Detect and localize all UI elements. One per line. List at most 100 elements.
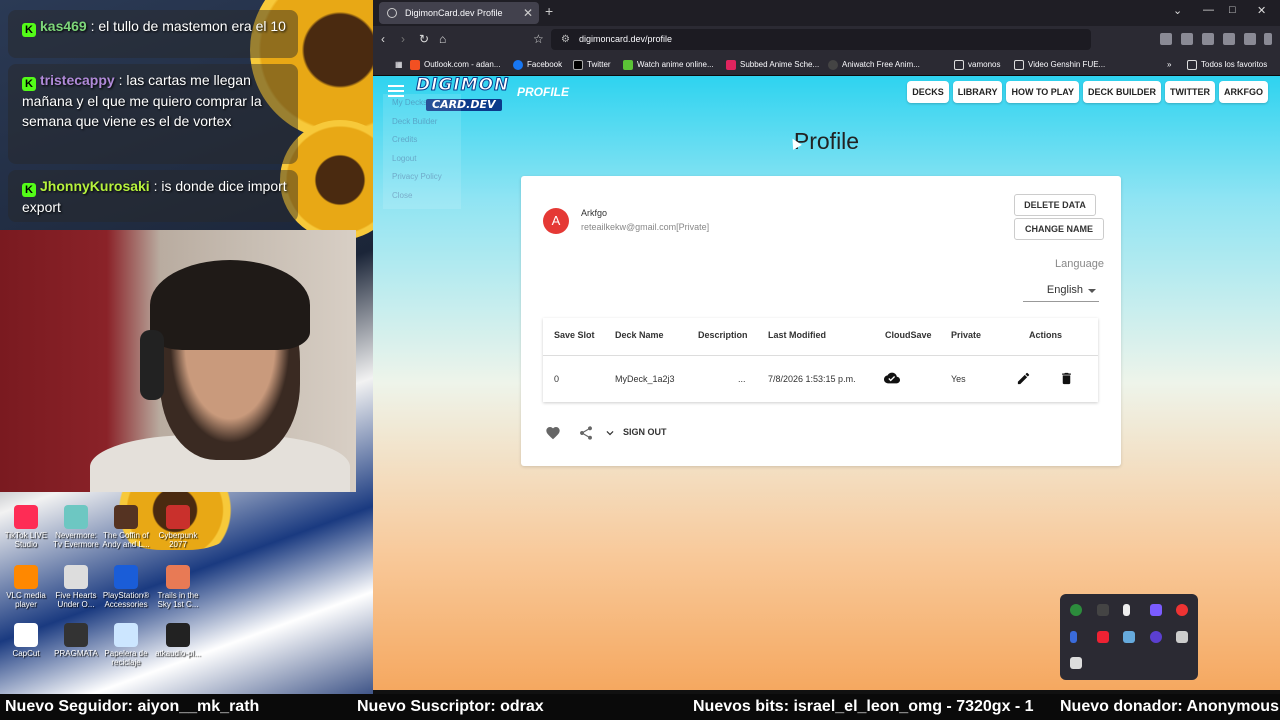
language-label: Language [1055,258,1104,270]
nav-user[interactable]: ARKFGO [1219,81,1268,103]
tray-app-icon[interactable] [1097,631,1109,643]
menu-item[interactable]: My Decks [392,94,461,113]
tray-app-icon[interactable] [1070,631,1077,643]
desktop-icon[interactable]: The Coffin of Andy and L... [100,505,152,549]
chat-message: Ktristecappy : las cartas me llegan maña… [8,64,298,164]
home-icon[interactable]: ⌂ [439,32,446,46]
chat-overlay: Kkas469 : el tullo de mastemon era el 10… [0,0,300,228]
desktop-icon[interactable]: Five Hearts Under O... [50,565,102,609]
close-window-icon[interactable]: ✕ [1257,4,1266,17]
extension-icon[interactable] [1244,33,1256,45]
bookmarks-grid-icon[interactable]: ▦ [381,53,403,76]
cell-description: ... [738,374,746,384]
cell-last-modified: 7/8/2026 1:53:15 p.m. [768,374,856,384]
bookmark-item[interactable]: Facebook [513,53,562,76]
bookmark-folder[interactable]: vamonos [954,53,1000,76]
bookmark-item[interactable]: Aniwatch Free Anim... [828,53,920,76]
page-title: Profile [793,128,860,154]
back-icon[interactable]: ‹ [381,32,385,46]
tray-app-icon[interactable] [1150,631,1162,643]
bookmark-item[interactable]: Subbed Anime Sche... [726,53,819,76]
maximize-icon[interactable]: □ [1229,4,1236,16]
nav-decks[interactable]: DECKS [907,81,949,103]
bookmark-star-icon[interactable]: ☆ [533,32,544,46]
menu-item[interactable]: Close [392,187,461,206]
webcam-person [150,260,310,350]
chevron-right-icon[interactable]: » [1153,53,1171,76]
kick-badge-icon: K [22,77,36,91]
ticker-follower: Nuevo Seguidor: aiyon__mk_rath [5,698,260,715]
cell-deck-name: MyDeck_1a2j3 [615,374,675,384]
extension-icon[interactable] [1202,33,1214,45]
navigation-bar: ‹ › ↻ ⌂ ☆ ⚙ digimoncard.dev/profile [373,26,1280,53]
cloud-done-icon [884,372,900,384]
extension-icon[interactable] [1181,33,1193,45]
url-bar[interactable]: ⚙ digimoncard.dev/profile [551,29,1091,50]
deck-table: Save Slot Deck Name Description Last Mod… [543,318,1098,402]
column-header: Private [951,330,982,340]
desktop-icon[interactable]: VLC media player [0,565,52,609]
desktop-icon[interactable]: CapCut [0,623,52,658]
site-info-icon[interactable]: ⚙ [561,29,570,50]
desktop-icon[interactable]: Trails in the Sky 1st C... [152,565,204,609]
tray-app-icon[interactable] [1070,604,1082,616]
chat-username: kas469 [40,18,87,34]
bookmark-folder[interactable]: Todos los favoritos [1187,53,1267,76]
desktop-icon[interactable]: Nevermore: Tv Evermore [50,505,102,549]
nav-deck-builder[interactable]: DECK BUILDER [1082,81,1161,103]
new-tab-icon[interactable]: + [545,3,553,19]
delete-icon[interactable] [1059,371,1074,386]
close-tab-icon[interactable]: ✕ [523,2,533,24]
desktop-icon[interactable]: PlayStation® Accessories [100,565,152,609]
language-select[interactable]: English [1023,284,1099,302]
bookmark-folder[interactable]: Video Genshin FUE... [1014,53,1105,76]
page-content: DIGIMON CARD.DEV PROFILE DECKS LIBRARY H… [373,76,1280,690]
sign-out-button[interactable]: SIGN OUT [623,427,667,437]
edit-icon[interactable] [1016,371,1031,386]
desktop-icon[interactable]: atkaudio-pl... [152,623,204,658]
favorite-icon[interactable] [545,425,561,441]
extension-icon[interactable] [1223,33,1235,45]
expand-more-icon[interactable] [603,426,617,440]
forward-icon[interactable]: › [401,32,405,46]
bookmark-item[interactable]: Watch anime online... [623,53,714,76]
stream-overlay: Kkas469 : el tullo de mastemon era el 10… [0,0,373,720]
tab-title: DigimonCard.dev Profile [405,8,503,18]
nav-twitter[interactable]: TWITTER [1165,81,1215,103]
reload-icon[interactable]: ↻ [419,32,429,46]
tab-list-icon[interactable]: ⌄ [1173,4,1182,17]
delete-data-button[interactable]: DELETE DATA [1014,194,1096,216]
desktop-icon[interactable]: PRAGMATA [50,623,102,658]
nav-how-to-play[interactable]: HOW TO PLAY [1006,81,1079,103]
section-label: PROFILE [517,85,570,99]
tray-app-icon[interactable] [1150,604,1162,616]
tray-app-icon[interactable] [1176,604,1188,616]
menu-item[interactable]: Privacy Policy [392,168,461,187]
bookmarks-bar: ▦ Outlook.com - adan... Facebook Twitter… [373,53,1280,76]
tray-app-icon[interactable] [1070,657,1082,669]
tray-app-icon[interactable] [1097,604,1109,616]
chat-text: : el tullo de mastemon era el 10 [90,18,286,34]
chat-username: tristecappy [40,72,115,88]
nav-library[interactable]: LIBRARY [952,81,1003,103]
table-row[interactable]: 0 MyDeck_1a2j3 ... 7/8/2026 1:53:15 p.m.… [543,355,1098,402]
share-icon[interactable] [578,425,594,441]
tray-app-icon[interactable] [1123,631,1135,643]
change-name-button[interactable]: CHANGE NAME [1014,218,1104,240]
minimize-icon[interactable]: — [1203,4,1214,16]
system-tray-overflow [1060,594,1198,680]
bookmark-item[interactable]: Outlook.com - adan... [410,53,500,76]
browser-tab[interactable]: DigimonCard.dev Profile ✕ [379,2,539,24]
extension-icon[interactable] [1160,33,1172,45]
desktop-icon[interactable]: TikTok LIVE Studio [0,505,52,549]
avatar: A [543,208,569,234]
column-header: Last Modified [768,330,826,340]
desktop-icon[interactable]: Papelera de reciclaje [100,623,152,667]
tray-app-icon[interactable] [1123,604,1130,616]
desktop-icon[interactable]: Cyberpunk 2077 [152,505,204,549]
bookmark-item[interactable]: Twitter [573,53,611,76]
discord-icon[interactable] [1176,631,1188,643]
column-header: Save Slot [554,330,595,340]
menu-icon[interactable] [1264,33,1272,45]
chat-message: Kkas469 : el tullo de mastemon era el 10 [8,10,298,58]
